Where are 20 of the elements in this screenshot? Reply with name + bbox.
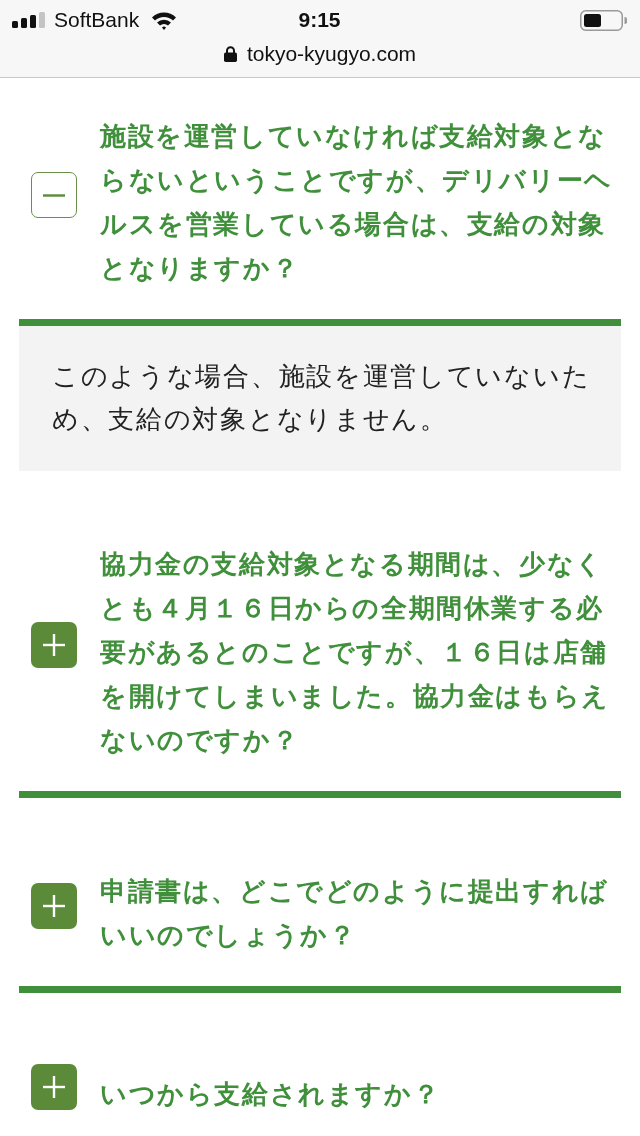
faq-question[interactable]: いつから支給されますか？ (100, 1072, 621, 1116)
plus-icon (43, 895, 65, 917)
wifi-icon (151, 10, 178, 30)
plus-icon (43, 1076, 65, 1098)
faq-question[interactable]: 協力金の支給対象となる期間は、少なくとも４月１６日からの全期間休業する必要があるとのことですが、１６日は店舗を開けてしまいました。協力金はもらえないのですか？ (100, 542, 621, 762)
expand-toggle[interactable] (31, 622, 77, 668)
battery-icon (580, 9, 627, 31)
faq-question[interactable]: 施設を運営していなければ支給対象とならないということですが、デリバリーヘルスを営業している場合は、支給の対象となりますか？ (100, 114, 621, 290)
carrier-name: SoftBank (54, 8, 140, 32)
plus-icon (43, 634, 65, 656)
faq-question[interactable]: 申請書は、どこでどのように提出すればいいのでしょうか？ (100, 869, 621, 957)
faq-answer: このような場合、施設を運営していないため、支給の対象となりません。 (19, 326, 621, 471)
url-text[interactable]: tokyo-kyugyo.com (246, 42, 417, 66)
expand-toggle[interactable] (31, 1064, 77, 1110)
clock-time: 9:15 (298, 8, 341, 32)
lock-icon (223, 46, 237, 62)
signal-icon (12, 12, 45, 28)
expand-toggle[interactable] (31, 883, 77, 929)
minus-icon (43, 193, 65, 197)
expand-toggle[interactable] (31, 172, 77, 218)
